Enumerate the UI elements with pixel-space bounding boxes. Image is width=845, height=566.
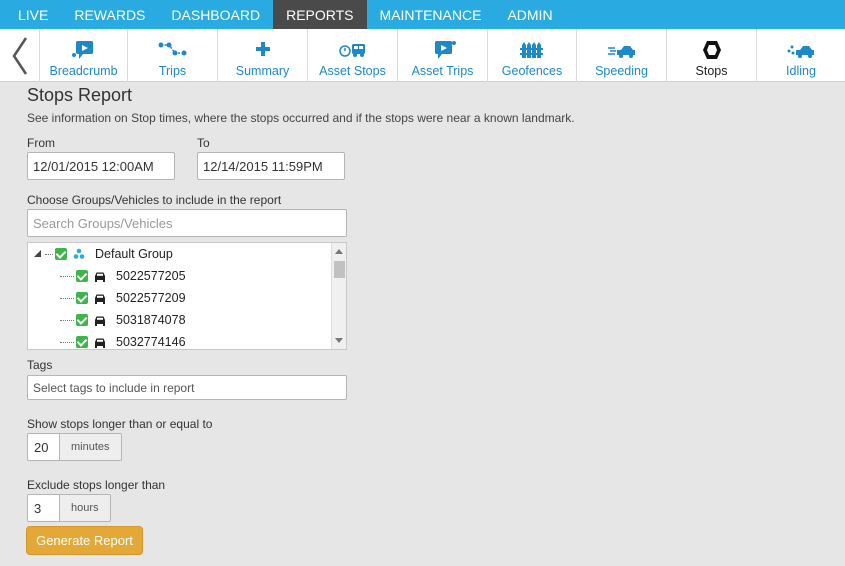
report-type-nav: Breadcrumb Trips Summary Asset Stops Ass… [0,29,845,82]
min-stop-unit: minutes [60,434,121,460]
page-description: See information on Stop times, where the… [27,111,575,125]
to-label: To [197,136,210,150]
geofence-icon [520,42,543,58]
vehicle-label: 5022577209 [116,291,186,305]
chevron-left-icon [11,36,27,75]
plus-icon [255,42,270,56]
checkbox-icon[interactable] [76,292,88,304]
tree-line [60,275,74,277]
collapse-triangle-icon [34,250,41,257]
subnav-trips[interactable]: Trips [128,29,218,82]
tree-group-label: Default Group [95,247,173,261]
checkbox-icon[interactable] [76,336,88,348]
page-title: Stops Report [27,85,133,105]
car-icon [95,272,105,282]
subnav-breadcrumb[interactable]: Breadcrumb [40,29,128,82]
subnav-label: Idling [786,64,816,78]
breadcrumb-icon [71,41,93,59]
subnav-label: Speeding [595,64,648,78]
subnav-idling[interactable]: Idling [757,29,845,82]
speeding-icon [607,46,635,58]
min-stop-field: 20 minutes [27,433,122,461]
subnav-speeding[interactable]: Speeding [577,29,667,82]
asset-stops-icon [338,44,365,57]
vehicle-label: 5022577205 [116,269,186,283]
asset-trips-icon [434,41,456,59]
back-button[interactable] [0,29,40,82]
car-icon [95,294,105,304]
tab-reports[interactable]: REPORTS [273,0,367,29]
subnav-label: Trips [158,64,187,78]
subnav-label: Stops [695,64,728,78]
tree-line [60,341,74,343]
subnav-stops[interactable]: Stops [667,29,757,82]
vehicle-label: 5031874078 [116,313,186,327]
max-stop-field: 3 hours [27,494,111,522]
scroll-up-icon[interactable] [335,249,343,254]
scroll-thumb[interactable] [334,261,345,278]
tree-scrollbar[interactable] [331,243,346,349]
to-date-input[interactable]: 12/14/2015 11:59PM [197,152,345,180]
from-date-input[interactable]: 12/01/2015 12:00AM [27,152,175,180]
search-groups-input[interactable]: Search Groups/Vehicles [27,209,347,237]
subnav-geofences[interactable]: Geofences [488,29,577,82]
subnav-label: Asset Trips [411,64,474,78]
tab-admin[interactable]: ADMIN [494,0,565,29]
tree-vehicle-row[interactable]: 5032774146 [60,331,186,349]
group-vehicle-tree[interactable]: Default Group 5022577205 5022577209 5031… [27,242,347,350]
subnav-asset-stops[interactable]: Asset Stops [308,29,398,82]
trips-icon [158,42,186,56]
min-stop-input[interactable]: 20 [28,434,60,460]
subnav-label: Geofences [501,64,563,78]
checkbox-icon[interactable] [55,248,67,260]
vehicle-label: 5032774146 [116,335,186,349]
tree-line [60,297,74,299]
min-stop-label: Show stops longer than or equal to [27,417,213,431]
max-stop-label: Exclude stops longer than [27,478,166,492]
car-icon [95,338,105,348]
checkbox-icon[interactable] [76,314,88,326]
max-stop-input[interactable]: 3 [28,495,60,521]
subnav-label: Summary [235,64,290,78]
top-nav: LIVE REWARDS DASHBOARD REPORTS MAINTENAN… [0,0,845,29]
idling-icon [787,45,814,58]
tags-input[interactable]: Select tags to include in report [27,375,347,400]
group-icon [73,248,85,259]
max-stop-unit: hours [60,495,110,521]
subnav-asset-trips[interactable]: Asset Trips [398,29,488,82]
scroll-down-icon[interactable] [335,338,343,343]
subnav-label: Asset Stops [319,64,386,78]
tree-line [60,319,74,321]
tree-vehicle-row[interactable]: 5031874078 [60,309,186,331]
generate-report-button[interactable]: Generate Report [26,526,143,555]
car-icon [95,316,105,326]
subnav-summary[interactable]: Summary [218,29,308,82]
tab-dashboard[interactable]: DASHBOARD [158,0,273,29]
subnav-label: Breadcrumb [49,64,118,78]
stop-hexagon-icon [702,41,721,59]
tab-live[interactable]: LIVE [0,0,61,29]
groups-label: Choose Groups/Vehicles to include in the… [27,193,282,207]
tree-group-row[interactable]: Default Group [34,243,173,265]
checkbox-icon[interactable] [76,270,88,282]
from-label: From [27,136,55,150]
tab-maintenance[interactable]: MAINTENANCE [367,0,495,29]
tags-label: Tags [27,358,53,372]
tab-rewards[interactable]: REWARDS [61,0,158,29]
tree-vehicle-row[interactable]: 5022577209 [60,287,186,309]
tree-vehicle-row[interactable]: 5022577205 [60,265,186,287]
tree-line [45,253,53,255]
